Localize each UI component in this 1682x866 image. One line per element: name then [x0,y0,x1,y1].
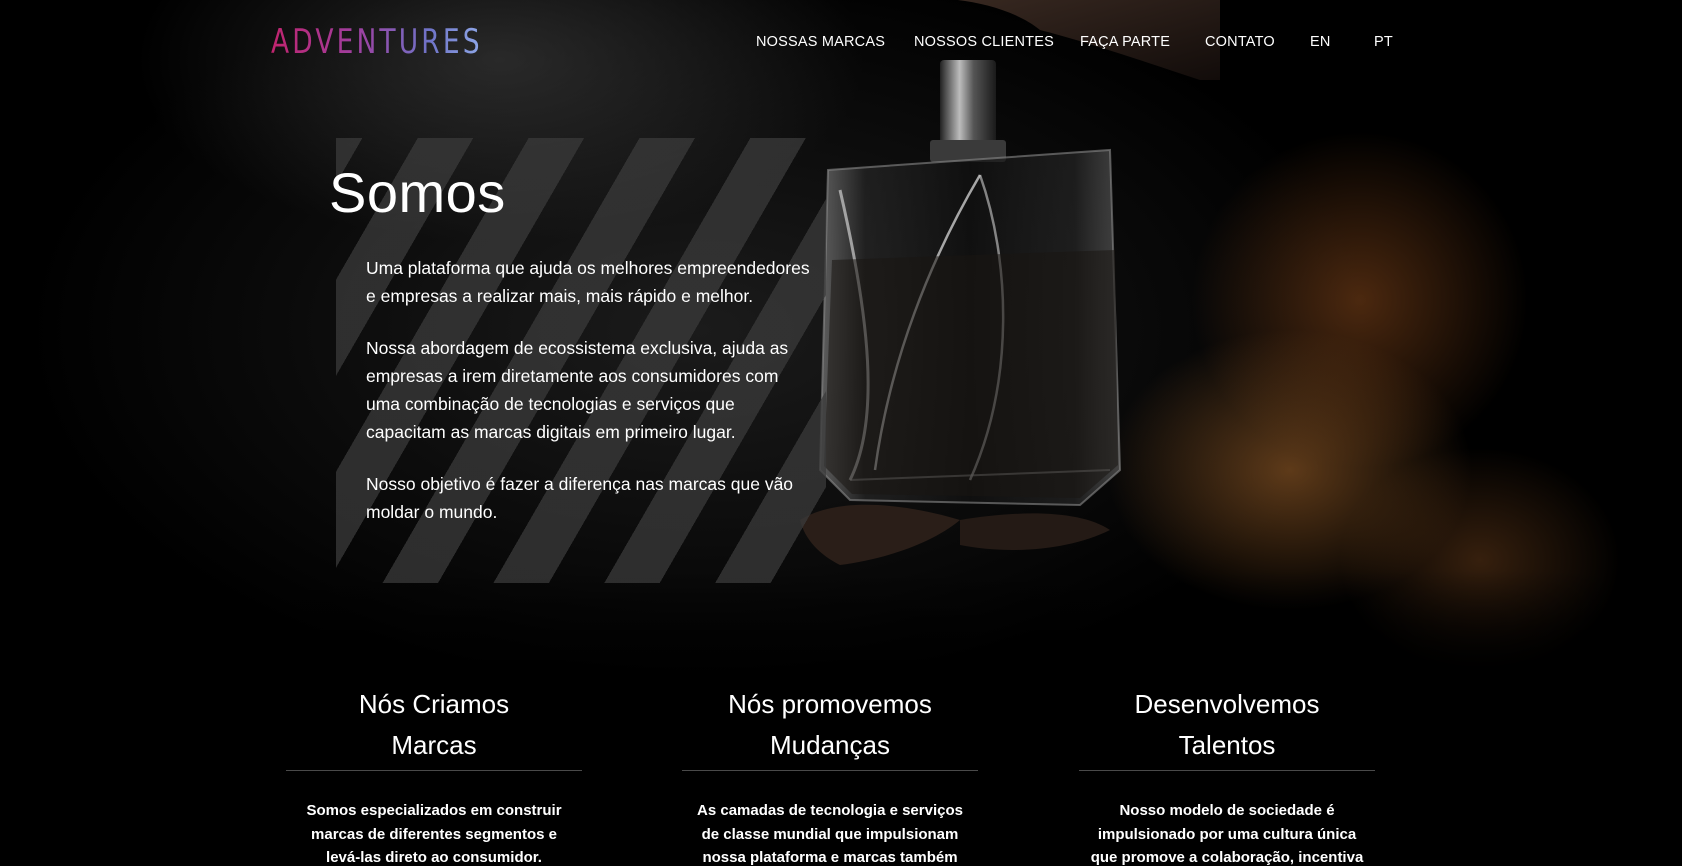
feature-title-line: Desenvolvemos [1134,689,1320,719]
main-nav: NOSSAS MARCAS NOSSOS CLIENTES FAÇA PARTE… [0,34,1682,54]
hero-description: Uma plataforma que ajuda os melhores emp… [366,254,816,550]
feature-title: Desenvolvemos Talentos [1079,684,1375,771]
hero-paragraph: Nosso objetivo é fazer a diferença nas m… [366,474,794,522]
page: ADVENTURES NOSSAS MARCAS NOSSOS CLIENTES… [0,0,1682,866]
feature-desenvolvemos-talentos: Desenvolvemos Talentos Nosso modelo de s… [1079,684,1375,866]
feature-title-line: Talentos [1178,730,1276,760]
hero-paragraph: Uma plataforma que ajuda os melhores emp… [366,258,810,306]
nav-link-nossos-clientes[interactable]: NOSSOS CLIENTES [914,34,1054,50]
hero-paragraph: Nossa abordagem de ecossistema exclusiva… [366,338,789,442]
features-section: Nós Criamos Marcas Somos especializados … [0,684,1682,866]
feature-title-line: Mudanças [770,730,890,760]
feature-promovemos-mudancas: Nós promovemos Mudanças As camadas de te… [682,684,978,866]
feature-text: As camadas de tecnologia e serviços de c… [697,802,963,866]
site-header: ADVENTURES NOSSAS MARCAS NOSSOS CLIENTES… [0,0,1682,86]
feature-title: Nós promovemos Mudanças [682,684,978,771]
feature-title: Nós Criamos Marcas [286,684,582,771]
feature-text: Nosso modelo de sociedade é impulsionado… [1090,802,1364,866]
feature-title-line: Nós Criamos [358,689,510,719]
language-en-link[interactable]: EN [1310,34,1331,50]
language-pt-link[interactable]: PT [1374,34,1393,50]
nav-link-faca-parte[interactable]: FAÇA PARTE [1080,34,1170,50]
nav-link-nossas-marcas[interactable]: NOSSAS MARCAS [756,34,885,50]
feature-text: Somos especializados em construir marcas… [306,802,562,866]
nav-link-contato[interactable]: CONTATO [1205,34,1275,50]
feature-title-line: Nós promovemos [728,689,932,719]
feature-criamos-marcas: Nós Criamos Marcas Somos especializados … [286,684,582,866]
hero-title: Somos [329,161,506,224]
feature-title-line: Marcas [391,730,477,760]
perfume-bottle-image [800,0,1220,565]
